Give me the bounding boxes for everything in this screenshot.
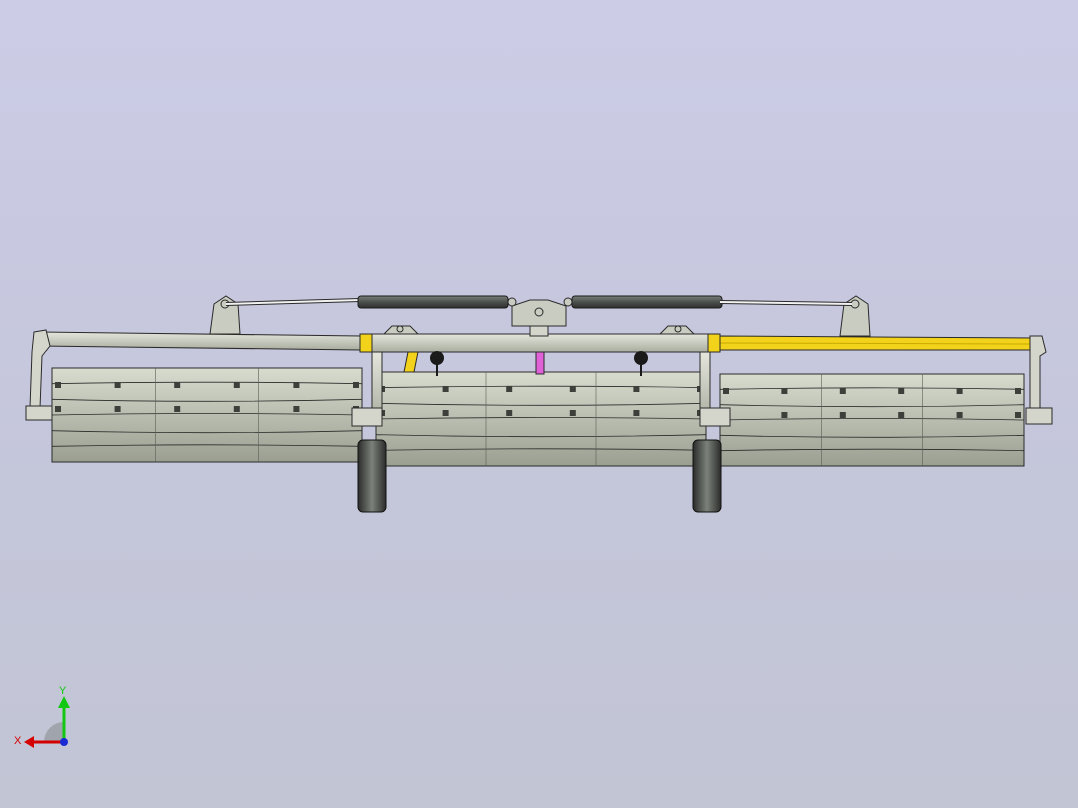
triad-plane-icon <box>44 722 64 742</box>
end-post-left[interactable] <box>25 329 53 421</box>
tine-section-left[interactable] <box>51 367 363 463</box>
top-beam-right-highlighted[interactable] <box>719 335 1033 351</box>
bracket-center-right[interactable] <box>658 325 696 335</box>
hydraulic-cylinder-left[interactable] <box>225 295 517 309</box>
tine-section-center[interactable] <box>375 371 707 467</box>
bracket-center-left[interactable] <box>382 325 420 335</box>
axis-triad: Y X <box>14 685 70 748</box>
harrow-model[interactable] <box>25 295 1053 513</box>
y-axis-label: Y <box>59 685 67 697</box>
top-beam-left[interactable] <box>39 331 361 351</box>
bracket-left[interactable] <box>209 295 241 335</box>
hydraulic-cylinder-right[interactable] <box>563 295 853 309</box>
tine-section-right[interactable] <box>719 373 1025 467</box>
z-axis-dot <box>60 738 68 746</box>
x-axis-label: X <box>14 735 22 747</box>
end-post-right[interactable] <box>1025 335 1053 425</box>
wheel-left[interactable] <box>357 439 387 513</box>
wheel-right[interactable] <box>692 439 722 513</box>
hitch-mast[interactable] <box>511 299 567 337</box>
cad-viewport[interactable] <box>0 0 1078 808</box>
